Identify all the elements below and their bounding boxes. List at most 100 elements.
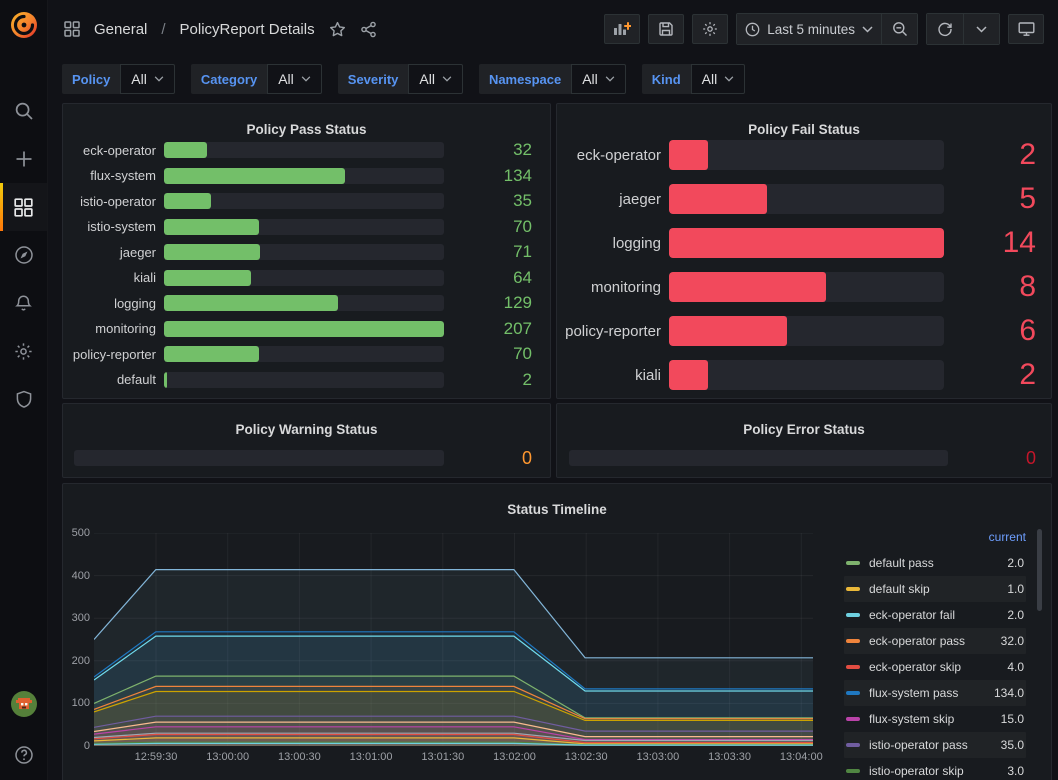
kiosk-mode-button[interactable] <box>1008 14 1044 44</box>
legend-row: eck-operator skip4.0 <box>844 654 1026 680</box>
panel-title[interactable]: Status Timeline <box>63 502 1051 517</box>
legend-row: default skip1.0 <box>844 576 1026 602</box>
sidebar <box>0 0 48 780</box>
breadcrumb-folder[interactable]: General <box>94 21 147 38</box>
time-range-label: Last 5 minutes <box>767 22 855 37</box>
legend-row: eck-operator pass32.0 <box>844 628 1026 654</box>
series-label[interactable]: istio-operator pass <box>869 738 984 752</box>
legend-row: default pass2.0 <box>844 550 1026 576</box>
x-tick-label: 12:59:30 <box>126 751 186 763</box>
series-label[interactable]: eck-operator pass <box>869 634 984 648</box>
filter-label: Policy <box>62 64 120 94</box>
share-icon[interactable] <box>360 21 377 38</box>
legend-row: istio-operator pass35.0 <box>844 732 1026 758</box>
series-label[interactable]: flux-system skip <box>869 712 984 726</box>
bar-row: policy-reporter70 <box>71 344 532 364</box>
sidebar-item-dashboards[interactable] <box>0 183 47 231</box>
series-swatch <box>846 587 860 591</box>
sidebar-item-alerting[interactable] <box>0 279 47 327</box>
x-axis-labels: 12:59:3013:00:0013:00:3013:01:0013:01:30… <box>94 751 813 765</box>
legend-current-header[interactable]: current <box>844 530 1026 550</box>
refresh-group <box>926 13 1000 45</box>
sidebar-item-search[interactable] <box>0 87 47 135</box>
panel-title[interactable]: Policy Pass Status <box>63 122 550 137</box>
legend-row: istio-operator skip3.0 <box>844 758 1026 780</box>
add-panel-button[interactable] <box>604 14 640 44</box>
bar-row: kiali2 <box>565 360 1036 390</box>
x-tick-label: 13:00:30 <box>269 751 329 763</box>
bar-gauge-fail: eck-operator2 jaeger5 logging14 monitori… <box>565 140 1036 390</box>
bar-row: istio-operator35 <box>71 191 532 211</box>
bar-row: istio-system70 <box>71 217 532 237</box>
save-dashboard-button[interactable] <box>648 14 684 44</box>
sidebar-item-server-admin[interactable] <box>0 375 47 423</box>
bar-row: kiali64 <box>71 268 532 288</box>
filter-policy-dropdown[interactable]: All <box>120 64 175 94</box>
time-range-picker[interactable]: Last 5 minutes <box>737 14 881 44</box>
grafana-logo-icon[interactable] <box>9 9 39 41</box>
y-axis-labels: 0100200300400500 <box>65 533 90 746</box>
filter-severity: Severity All <box>338 64 463 94</box>
bar-row: default2 <box>71 370 532 390</box>
add-panel-icon <box>613 21 631 37</box>
filter-policy: Policy All <box>62 64 175 94</box>
dashboard-settings-button[interactable] <box>692 14 728 44</box>
filter-category-dropdown[interactable]: All <box>267 64 322 94</box>
filter-namespace: Namespace All <box>479 64 626 94</box>
zoom-out-time-button[interactable] <box>881 14 917 44</box>
user-avatar[interactable] <box>0 680 47 728</box>
filter-kind-dropdown[interactable]: All <box>691 64 746 94</box>
sidebar-item-configuration[interactable] <box>0 327 47 375</box>
series-label[interactable]: flux-system pass <box>869 686 984 700</box>
top-navbar: General / PolicyReport Details <box>47 0 1058 58</box>
refresh-interval-dropdown[interactable] <box>963 14 999 44</box>
filter-severity-dropdown[interactable]: All <box>408 64 463 94</box>
timeline-chart <box>94 533 813 746</box>
series-label[interactable]: default skip <box>869 582 984 596</box>
series-swatch <box>846 639 860 643</box>
x-tick-label: 13:01:00 <box>341 751 401 763</box>
star-icon[interactable] <box>329 21 346 38</box>
save-icon <box>658 21 674 37</box>
series-label[interactable]: eck-operator fail <box>869 608 984 622</box>
template-variables-row: Policy All Category All Severity All Nam… <box>62 64 1058 94</box>
x-tick-label: 13:02:30 <box>556 751 616 763</box>
refresh-button[interactable] <box>927 14 963 44</box>
series-label[interactable]: istio-operator skip <box>869 764 984 778</box>
bar-row: policy-reporter6 <box>565 316 1036 346</box>
bar-row: 0 <box>569 450 1036 466</box>
dashboard-title: PolicyReport Details <box>180 21 315 38</box>
chevron-down-icon <box>724 76 734 82</box>
chevron-down-icon <box>442 76 452 82</box>
sidebar-item-explore[interactable] <box>0 231 47 279</box>
legend-row: flux-system pass134.0 <box>844 680 1026 706</box>
timeline-legend: current default pass2.0 default skip1.0 … <box>844 530 1026 780</box>
panel-title[interactable]: Policy Fail Status <box>557 122 1051 137</box>
grafana-dashboard: General / PolicyReport Details <box>0 0 1058 780</box>
x-tick-label: 13:01:30 <box>413 751 473 763</box>
filter-label: Category <box>191 64 267 94</box>
legend-row: flux-system skip15.0 <box>844 706 1026 732</box>
bar-row: jaeger71 <box>71 242 532 262</box>
series-label[interactable]: eck-operator skip <box>869 660 984 674</box>
chevron-down-icon <box>605 76 615 82</box>
sidebar-item-help[interactable] <box>0 731 47 779</box>
sidebar-item-create[interactable] <box>0 135 47 183</box>
series-label[interactable]: default pass <box>869 556 984 570</box>
filter-label: Severity <box>338 64 409 94</box>
help-circle-icon <box>14 745 34 765</box>
series-swatch <box>846 769 860 773</box>
gear-icon <box>702 21 718 37</box>
gear-icon <box>14 342 33 361</box>
legend-scrollbar[interactable] <box>1037 529 1042 611</box>
filter-namespace-dropdown[interactable]: All <box>571 64 626 94</box>
bar-row: jaeger5 <box>565 184 1036 214</box>
panel-title[interactable]: Policy Warning Status <box>63 422 550 437</box>
apps-grid-icon[interactable] <box>64 21 80 37</box>
x-tick-label: 13:03:00 <box>628 751 688 763</box>
filter-label: Namespace <box>479 64 571 94</box>
bar-row: eck-operator32 <box>71 140 532 160</box>
series-swatch <box>846 691 860 695</box>
panel-title[interactable]: Policy Error Status <box>557 422 1051 437</box>
compass-icon <box>14 245 34 265</box>
